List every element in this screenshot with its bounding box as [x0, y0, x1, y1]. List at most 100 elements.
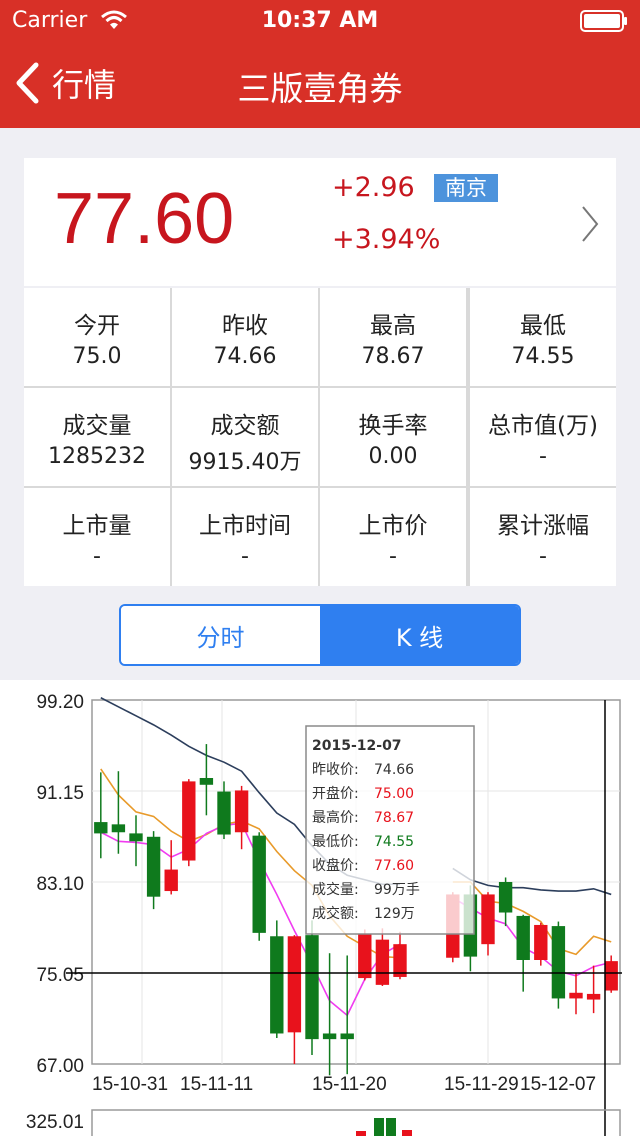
stat-label: 最高: [370, 313, 416, 339]
tooltip-value: 74.66: [374, 762, 414, 778]
stat-low: 最低 74.55: [470, 288, 616, 386]
stat-high: 最高 78.67: [320, 288, 466, 386]
tooltip-value: 75.00: [374, 786, 414, 802]
tooltip-value: 74.55: [374, 834, 414, 850]
stat-listed-price: 上市价 -: [320, 488, 466, 586]
candle-body: [146, 836, 161, 897]
candle-body: [393, 944, 407, 977]
stat-turnover: 成交额 9915.40万: [172, 388, 318, 486]
price-change-percent: +3.94%: [332, 224, 441, 255]
back-label: 行情: [52, 66, 117, 104]
stat-turnover-rate: 换手率 0.00: [320, 388, 466, 486]
stat-value: 0.00: [368, 444, 418, 469]
ma20-line: [452, 867, 612, 896]
kline-chart[interactable]: 99.20 91.15 83.10 75.05 67.00 2015-12-07 昨收价: 7…: [0, 680, 640, 1136]
back-button[interactable]: 行情: [14, 58, 116, 108]
candle-body: [94, 822, 108, 834]
stat-listed-qty: 上市量 -: [24, 488, 170, 586]
stat-label: 累计涨幅: [497, 513, 589, 539]
stat-value: 74.66: [213, 344, 277, 369]
stats-grid: 今开 75.0 昨收 74.66 最高 78.67 最低 74.55 成交量 1…: [24, 288, 616, 586]
candle-body: [340, 1033, 354, 1040]
status-time: 10:37 AM: [261, 8, 379, 33]
tooltip-label: 最低价:: [312, 834, 359, 850]
x-tick-label: 15-11-11: [180, 1074, 253, 1095]
stat-market-cap: 总市值(万) -: [470, 388, 616, 486]
candle-body: [516, 915, 530, 960]
nav-header: Carrier 10:37 AM 行情 三版壹角券: [0, 0, 640, 128]
x-tick-label: 15-11-29: [444, 1074, 519, 1095]
y-tick-label: 67.00: [36, 1056, 84, 1077]
x-tick-label: 15-11-20: [312, 1074, 387, 1095]
volume-bar: [374, 1118, 384, 1136]
battery-icon: [580, 10, 627, 32]
x-tick-label: 15-10-31: [92, 1074, 168, 1095]
candle-body: [270, 936, 284, 1034]
quote-card[interactable]: 77.60 +2.96 +3.94% 南京: [24, 158, 616, 286]
candle-body: [287, 936, 302, 1033]
stat-label: 今开: [74, 313, 120, 339]
tooltip-value: 99万手: [374, 882, 420, 898]
candle-body: [604, 961, 618, 991]
stat-label: 昨收: [222, 313, 268, 339]
stat-label: 上市价: [358, 513, 428, 539]
y-tick-label: 83.10: [36, 874, 84, 895]
stat-value: -: [539, 544, 547, 569]
stat-label: 成交额: [210, 413, 280, 439]
candle-body: [358, 934, 372, 979]
tooltip-label: 收盘价:: [312, 857, 359, 874]
stat-label: 上市时间: [199, 513, 291, 539]
status-bar: Carrier 10:37 AM: [0, 0, 640, 40]
candle-body: [322, 1033, 337, 1040]
candle-body: [498, 882, 513, 913]
tooltip-value: 78.67: [374, 810, 414, 826]
candle-body: [252, 835, 266, 933]
last-price: 77.60: [54, 179, 235, 259]
price-tooltip: 2015-12-07 昨收价: 74.66 开盘价: 75.00 最高价: 78.67 最低价…: [305, 725, 475, 935]
stat-value: 75.0: [72, 344, 122, 369]
candle-body: [111, 824, 126, 833]
stat-value: 74.55: [511, 344, 575, 369]
y-tick-label: 99.20: [36, 692, 84, 713]
chart-mode-tabs: 分时 K 线: [119, 604, 521, 666]
stat-value: -: [241, 544, 249, 569]
candle-body: [199, 778, 214, 785]
tab-kline[interactable]: K 线: [320, 606, 519, 664]
y-tick-label: 75.05: [36, 965, 84, 986]
tooltip-value: 129万: [374, 906, 415, 922]
candle-body: [375, 939, 390, 985]
stat-open: 今开 75.0: [24, 288, 170, 386]
tooltip-label: 开盘价:: [312, 785, 359, 802]
stat-volume: 成交量 1285232: [24, 388, 170, 486]
x-tick-label: 15-12-07: [520, 1074, 596, 1095]
stat-value: 78.67: [361, 344, 425, 369]
candle-body: [569, 992, 583, 999]
stat-value: -: [539, 444, 547, 469]
chevron-right-icon[interactable]: [580, 204, 600, 244]
tooltip-label: 昨收价:: [312, 762, 359, 778]
candle-body: [534, 924, 548, 960]
region-badge: 南京: [434, 174, 498, 202]
candle-body: [164, 869, 178, 892]
stat-prev-close: 昨收 74.66: [172, 288, 318, 386]
stat-value: -: [93, 544, 101, 569]
stat-value: 1285232: [48, 444, 146, 469]
candle-body: [217, 791, 231, 835]
tooltip-value: 77.60: [374, 858, 414, 874]
stat-label: 最低: [520, 313, 566, 339]
y-tick-label: 91.15: [36, 783, 84, 804]
volume-bar: [356, 1131, 366, 1136]
tooltip-frame: [305, 725, 475, 935]
tooltip-label: 最高价:: [312, 809, 359, 826]
tooltip-label: 成交额:: [312, 905, 359, 922]
candle-body: [129, 833, 143, 842]
stat-listed-time: 上市时间 -: [172, 488, 318, 586]
volume-bar: [402, 1130, 412, 1136]
kline-chart-panel[interactable]: 99.20 91.15 83.10 75.05 67.00 2015-12-07 昨收价: 7…: [0, 680, 640, 1136]
volume-bar: [386, 1118, 396, 1136]
volume-top-label: 325.01: [26, 1112, 84, 1133]
candle-body: [182, 781, 196, 861]
chevron-left-icon: [16, 62, 39, 104]
tab-intraday[interactable]: 分时: [121, 606, 320, 664]
candle-body: [234, 790, 249, 833]
